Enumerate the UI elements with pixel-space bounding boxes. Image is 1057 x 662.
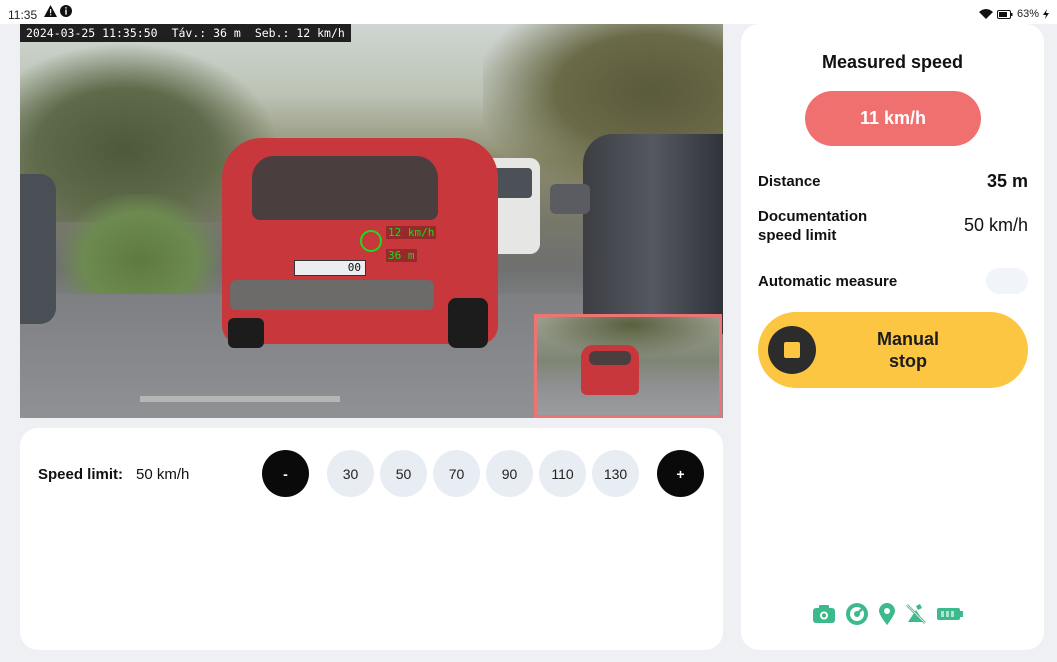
target-distance-label: 36 m bbox=[386, 249, 417, 262]
camera-view: 00 12 km/h 36 m 2024-03-25 11:35:50 Táv.… bbox=[20, 24, 723, 418]
car-wheel-left bbox=[228, 318, 264, 348]
device-status-icons bbox=[813, 602, 963, 626]
info-icon bbox=[60, 5, 72, 17]
decrease-limit-button[interactable]: - bbox=[262, 450, 309, 497]
picture-in-picture-preview[interactable] bbox=[534, 314, 722, 418]
charging-icon bbox=[1043, 9, 1049, 19]
measured-speed-badge: 11 km/h bbox=[805, 91, 981, 146]
doc-speed-limit-label: Documentation speed limit bbox=[758, 208, 868, 244]
camera-icon bbox=[813, 605, 835, 623]
overlay-timestamp: 2024-03-25 11:35:50 bbox=[26, 26, 158, 40]
status-right-icons: 63% bbox=[978, 8, 1049, 20]
car-bumper bbox=[230, 280, 434, 310]
car-rear-window bbox=[252, 156, 438, 220]
battery-status-icon bbox=[996, 9, 1013, 19]
manual-stop-button[interactable]: Manual stop bbox=[758, 312, 1028, 388]
preset-90-button[interactable]: 90 bbox=[486, 450, 533, 497]
target-speed-label: 12 km/h bbox=[386, 226, 437, 239]
speed-limit-label: Speed limit: bbox=[38, 466, 124, 483]
distance-label: Distance bbox=[758, 173, 821, 190]
scenery-hedge bbox=[60, 194, 220, 304]
gps-off-icon bbox=[905, 603, 927, 625]
auto-measure-toggle[interactable] bbox=[986, 268, 1028, 294]
license-plate: 00 bbox=[294, 260, 366, 276]
car-wheel-right bbox=[448, 298, 488, 348]
preset-130-button[interactable]: 130 bbox=[592, 450, 639, 497]
distant-car bbox=[550, 184, 590, 214]
parked-car-right bbox=[583, 134, 723, 334]
manual-stop-label: Manual stop bbox=[876, 329, 939, 371]
measured-speed-title: Measured speed bbox=[821, 52, 964, 72]
stop-icon bbox=[768, 326, 816, 374]
road-marking bbox=[140, 396, 340, 402]
preset-110-button[interactable]: 110 bbox=[539, 450, 586, 497]
pip-car bbox=[581, 345, 639, 395]
location-pin-icon bbox=[879, 603, 895, 625]
status-bar: 11:35 63% bbox=[0, 0, 1057, 24]
distance-value: 35 m bbox=[986, 171, 1028, 191]
increase-limit-button[interactable]: + bbox=[657, 450, 704, 497]
wifi-icon bbox=[978, 9, 993, 19]
auto-measure-label: Automatic measure bbox=[758, 273, 898, 290]
overlay-speed: Seb.: 12 km/h bbox=[254, 26, 345, 40]
preset-30-button[interactable]: 30 bbox=[327, 450, 374, 497]
status-time: 11:35 bbox=[8, 8, 38, 22]
battery-icon bbox=[937, 608, 963, 620]
preset-70-button[interactable]: 70 bbox=[433, 450, 480, 497]
target-marker-icon bbox=[360, 230, 382, 252]
status-left-icons bbox=[44, 5, 72, 17]
preset-50-button[interactable]: 50 bbox=[380, 450, 427, 497]
speed-limit-panel: Speed limit: 50 km/h - 30 50 70 90 110 1… bbox=[20, 428, 723, 650]
speed-limit-value: 50 km/h bbox=[136, 466, 190, 483]
parked-car-left bbox=[20, 174, 56, 324]
speedometer-icon bbox=[845, 602, 869, 626]
battery-percent: 63% bbox=[1016, 8, 1039, 20]
doc-speed-limit-value: 50 km/h bbox=[963, 215, 1028, 235]
overlay-distance: Táv.: 36 m bbox=[171, 26, 241, 40]
warning-icon bbox=[44, 5, 57, 17]
camera-overlay-info: 2024-03-25 11:35:50 Táv.: 36 m Seb.: 12 … bbox=[20, 24, 351, 42]
measurement-panel: Measured speed 11 km/h Distance 35 m Doc… bbox=[741, 24, 1044, 650]
